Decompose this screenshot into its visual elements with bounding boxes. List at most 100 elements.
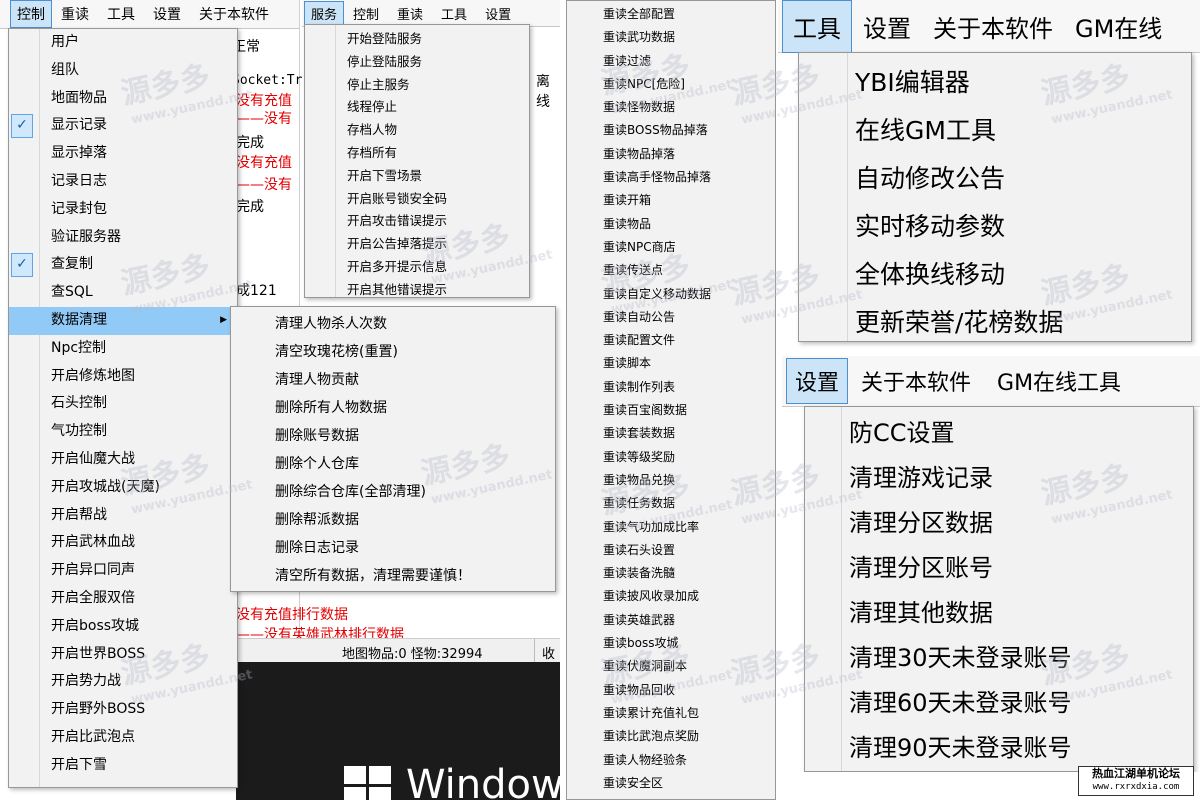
submenu-item[interactable]: 清空玫瑰花榜(重置) [231, 338, 555, 366]
menubar-item-settings[interactable]: 设置 [476, 1, 520, 26]
menu-item[interactable]: 气功控制 [9, 418, 237, 446]
tools-menu-item[interactable]: 全体换线移动 [799, 251, 1191, 299]
reload-menu-item[interactable]: 重读人物经验条 [567, 749, 775, 772]
reload-menu-item[interactable]: 重读石头设置 [567, 539, 775, 562]
reload-menu-item[interactable]: 重读披风收录加成 [567, 585, 775, 608]
menu-item[interactable]: 开启异口同声 [9, 557, 237, 585]
menu-item[interactable]: 开启帮战 [9, 502, 237, 530]
settings-menu-item[interactable]: 清理60天未登录账号 [805, 681, 1193, 726]
reload-menu-item[interactable]: 重读怪物数据 [567, 96, 775, 119]
reload-menu-item[interactable]: 重读自动公告 [567, 306, 775, 329]
tools-menu-item[interactable]: 在线GM工具 [799, 107, 1191, 155]
tools-menu-item[interactable]: YBI编辑器 [799, 59, 1191, 107]
menu-item[interactable]: Npc控制 [9, 335, 237, 363]
reload-menu-item[interactable]: 重读物品回收 [567, 679, 775, 702]
menu-item[interactable]: 开启攻城战(天魔) [9, 474, 237, 502]
menubar-item-about[interactable]: 关于本软件 [922, 0, 1064, 53]
settings-menu-item[interactable]: 防CC设置 [805, 411, 1193, 456]
service-menu-item[interactable]: 停止主服务 [305, 74, 529, 97]
submenu-item[interactable]: 清理人物贡献 [231, 366, 555, 394]
submenu-item[interactable]: 清理人物杀人次数 [231, 310, 555, 338]
menu-item[interactable]: 开启全服双倍 [9, 585, 237, 613]
reload-menu-item[interactable]: 重读武功数据 [567, 26, 775, 49]
reload-menu-item[interactable]: 重读高手怪物品掉落 [567, 166, 775, 189]
reload-menu-item[interactable]: 重读全部配置 [567, 3, 775, 26]
submenu-item[interactable]: 删除个人仓库 [231, 450, 555, 478]
reload-menu-item[interactable]: 重读脚本 [567, 352, 775, 375]
reload-menu-item[interactable]: 重读传送点 [567, 259, 775, 282]
reload-menu-item[interactable]: 重读物品掉落 [567, 143, 775, 166]
settings-menu-item[interactable]: 清理游戏记录 [805, 456, 1193, 501]
submenu-item[interactable]: 删除综合仓库(全部清理) [231, 478, 555, 506]
menu-item[interactable]: 开启武林血战 [9, 529, 237, 557]
service-menu-item[interactable]: 存档人物 [305, 119, 529, 142]
reload-menu-item[interactable]: 重读任务数据 [567, 492, 775, 515]
menu-item[interactable]: 显示掉落 [9, 140, 237, 168]
menu-item[interactable]: 数据清理 ▶ [9, 306, 237, 335]
menu-item[interactable]: 记录日志 [9, 168, 237, 196]
menu-item[interactable]: ✓ 显示记录 [9, 112, 237, 140]
menubar-item-about[interactable]: 关于本软件 [190, 0, 278, 28]
service-menu-item[interactable]: 存档所有 [305, 142, 529, 165]
service-menu-item[interactable]: 开启公告掉落提示 [305, 233, 529, 256]
menu-item[interactable]: 开启boss攻城 [9, 613, 237, 641]
submenu-item[interactable]: 删除所有人物数据 [231, 394, 555, 422]
service-menu-item[interactable]: 线程停止 [305, 96, 529, 119]
tools-menu-item[interactable]: 更新荣誉/花榜数据 [799, 299, 1191, 347]
menubar-item-about[interactable]: 关于本软件 [848, 358, 984, 404]
menu-item[interactable]: 开启仙魔大战 [9, 446, 237, 474]
reload-menu-item[interactable]: 重读气功加成比率 [567, 516, 775, 539]
menubar-item-tools[interactable]: 工具 [432, 1, 476, 26]
menu-item[interactable]: 记录封包 [9, 196, 237, 224]
menubar-item-settings[interactable]: 设置 [144, 0, 190, 28]
reload-menu-item[interactable]: 重读累计充值礼包 [567, 702, 775, 725]
reload-menu-item[interactable]: 重读制作列表 [567, 376, 775, 399]
menubar-item-reload[interactable]: 重读 [52, 0, 98, 28]
reload-menu-item[interactable]: 重读伏魔洞副本 [567, 655, 775, 678]
reload-menu-item[interactable]: 重读百宝阁数据 [567, 399, 775, 422]
tools-menu-item[interactable]: 自动修改公告 [799, 155, 1191, 203]
menubar-item-settings[interactable]: 设置 [786, 358, 849, 404]
reload-menu-item[interactable]: 重读安全区 [567, 772, 775, 795]
service-menu-item[interactable]: 开启攻击错误提示 [305, 210, 529, 233]
reload-menu-item[interactable]: 重读开箱 [567, 189, 775, 212]
submenu-item[interactable]: 删除帮派数据 [231, 506, 555, 534]
service-menu-item[interactable]: 开启多开提示信息 [305, 256, 529, 279]
menu-item[interactable]: 查SQL [9, 279, 237, 307]
menubar-item-control[interactable]: 控制 [10, 0, 52, 28]
reload-menu-item[interactable]: 重读等级奖励 [567, 446, 775, 469]
menubar-item-settings[interactable]: 设置 [852, 0, 922, 53]
reload-menu-item[interactable]: 重读套装数据 [567, 422, 775, 445]
service-menu-item[interactable]: 开启下雪场景 [305, 165, 529, 188]
reload-menu-item[interactable]: 重读NPC[危险] [567, 73, 775, 96]
settings-menu-item[interactable]: 清理分区账号 [805, 546, 1193, 591]
settings-menu-item[interactable]: 清理其他数据 [805, 591, 1193, 636]
submenu-item[interactable]: 清空所有数据，清理需要谨慎！ [231, 562, 555, 590]
menu-item[interactable]: 用户 [9, 29, 237, 57]
reload-menu-item[interactable]: 重读BOSS物品掉落 [567, 119, 775, 142]
menubar-item-tools[interactable]: 工具 [782, 0, 852, 53]
service-menu-item[interactable]: 停止登陆服务 [305, 51, 529, 74]
menubar-item-control[interactable]: 控制 [344, 1, 388, 26]
menu-item[interactable]: 地面物品 [9, 85, 237, 113]
menubar-item-service[interactable]: 服务 [304, 0, 345, 26]
settings-menu-item[interactable]: 清理分区数据 [805, 501, 1193, 546]
reload-menu-item[interactable]: 重读比武泡点奖励 [567, 725, 775, 748]
reload-menu-item[interactable]: 重读NPC商店 [567, 236, 775, 259]
reload-menu-item[interactable]: 重读物品 [567, 213, 775, 236]
menubar-item-gm-online[interactable]: GM在线 [1064, 0, 1173, 53]
settings-menu-item[interactable]: 清理30天未登录账号 [805, 636, 1193, 681]
tools-menu-item[interactable]: 实时移动参数 [799, 203, 1191, 251]
menu-item[interactable]: 开启世界BOSS [9, 641, 237, 669]
reload-menu-item[interactable]: 重读物品兑换 [567, 469, 775, 492]
menu-item[interactable]: 开启势力战 [9, 668, 237, 696]
menu-item[interactable]: 验证服务器 [9, 224, 237, 252]
submenu-item[interactable]: 删除账号数据 [231, 422, 555, 450]
menu-item[interactable]: 开启野外BOSS [9, 696, 237, 724]
menu-item[interactable]: 石头控制 [9, 390, 237, 418]
menu-item[interactable]: ✓ 查复制 [9, 251, 237, 279]
service-menu-item[interactable]: 开启其他错误提示 [305, 279, 529, 302]
reload-menu-item[interactable]: 重读自定义移动数据 [567, 283, 775, 306]
menu-item[interactable]: 开启下雪 [9, 752, 237, 780]
service-menu-item[interactable]: 开启账号锁安全码 [305, 188, 529, 211]
